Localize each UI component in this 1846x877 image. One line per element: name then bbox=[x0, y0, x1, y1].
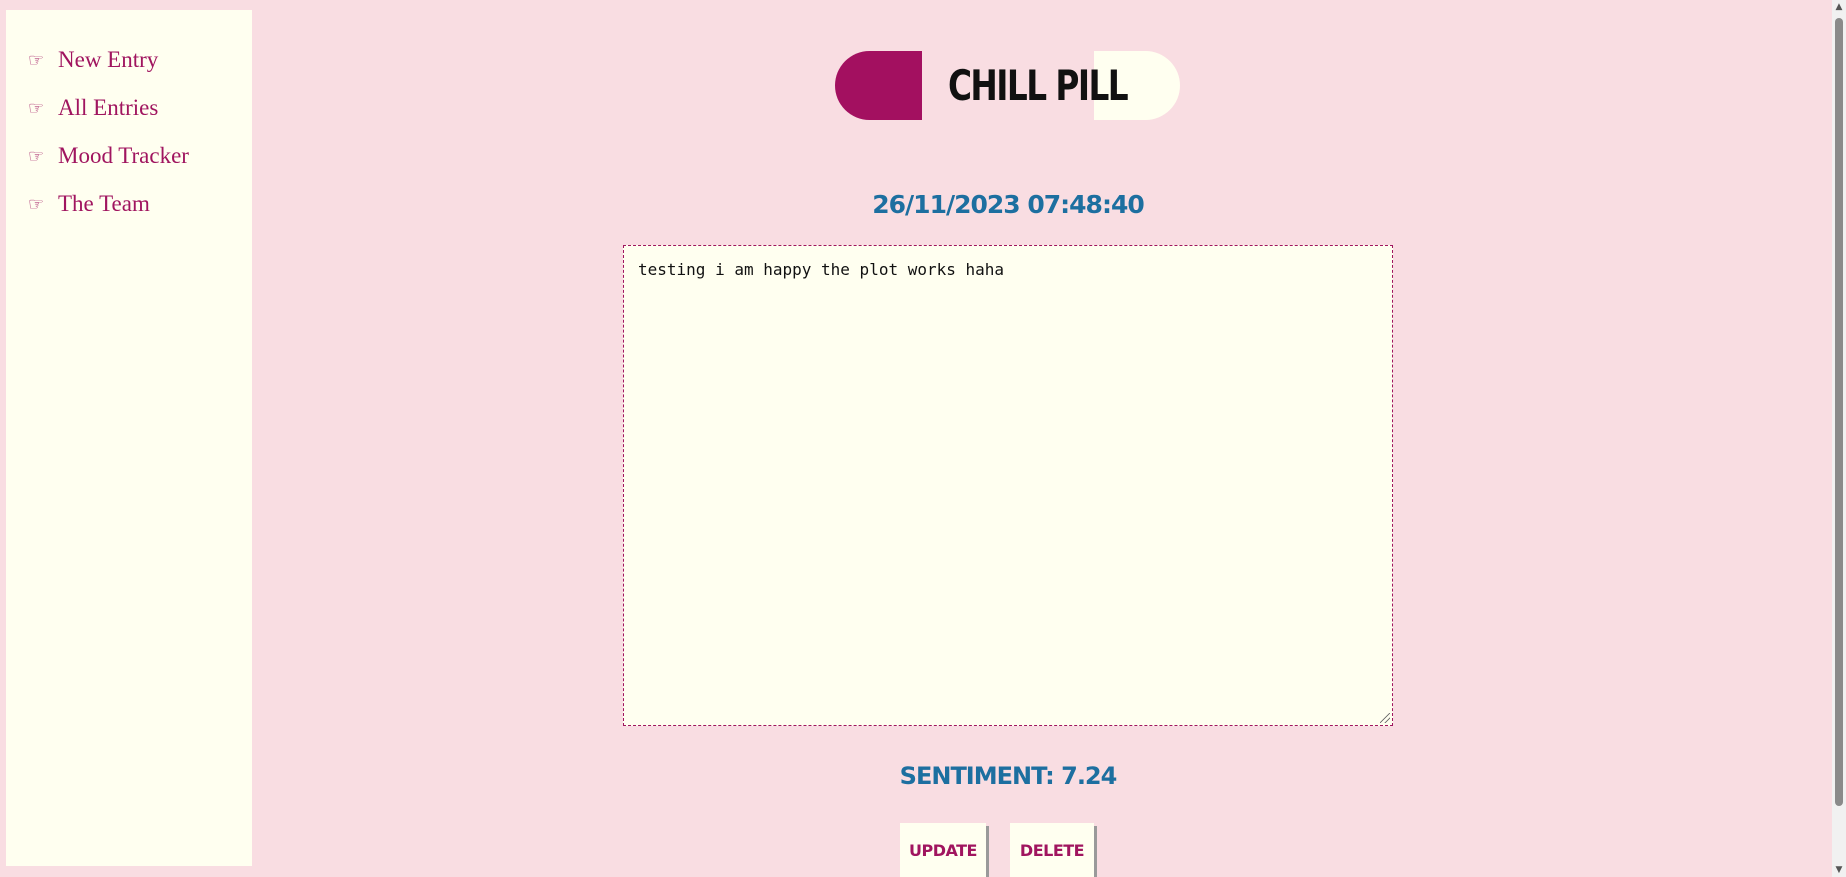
sidebar-item-label: All Entries bbox=[58, 95, 159, 120]
update-button[interactable]: UPDATE bbox=[900, 823, 986, 877]
vertical-scrollbar[interactable]: ▲ ▼ bbox=[1832, 0, 1846, 877]
sidebar-item-label: The Team bbox=[58, 191, 150, 216]
pointing-hand-icon: ☞ bbox=[28, 97, 45, 119]
pill-left-half bbox=[835, 51, 922, 120]
logo: CHILL PILL bbox=[835, 51, 1180, 120]
scroll-down-arrow-icon[interactable]: ▼ bbox=[1834, 865, 1844, 875]
sidebar-item-mood-tracker[interactable]: ☞ Mood Tracker bbox=[6, 132, 252, 180]
entry-timestamp: 26/11/2023 07:48:40 bbox=[872, 190, 1145, 219]
sentiment-score: SENTIMENT: 7.24 bbox=[899, 762, 1118, 790]
page: ☞ New Entry ☞ All Entries ☞ Mood Tracker… bbox=[0, 0, 1846, 877]
sidebar-item-label: New Entry bbox=[58, 47, 159, 72]
delete-button[interactable]: DELETE bbox=[1010, 823, 1094, 877]
scroll-up-arrow-icon[interactable]: ▲ bbox=[1834, 2, 1844, 12]
sidebar-item-all-entries[interactable]: ☞ All Entries bbox=[6, 84, 252, 132]
pointing-hand-icon: ☞ bbox=[28, 49, 45, 71]
logo-text: CHILL PILL bbox=[947, 61, 1129, 110]
pointing-hand-icon: ☞ bbox=[28, 193, 45, 215]
entry-textarea[interactable]: testing i am happy the plot works haha bbox=[623, 245, 1393, 726]
sidebar: ☞ New Entry ☞ All Entries ☞ Mood Tracker… bbox=[6, 10, 252, 866]
pointing-hand-icon: ☞ bbox=[28, 145, 45, 167]
scroll-thumb[interactable] bbox=[1835, 18, 1843, 806]
main-content: CHILL PILL 26/11/2023 07:48:40 testing i… bbox=[252, 0, 1832, 877]
sidebar-item-label: Mood Tracker bbox=[58, 143, 189, 168]
sidebar-item-the-team[interactable]: ☞ The Team bbox=[6, 180, 252, 228]
sidebar-item-new-entry[interactable]: ☞ New Entry bbox=[6, 36, 252, 84]
